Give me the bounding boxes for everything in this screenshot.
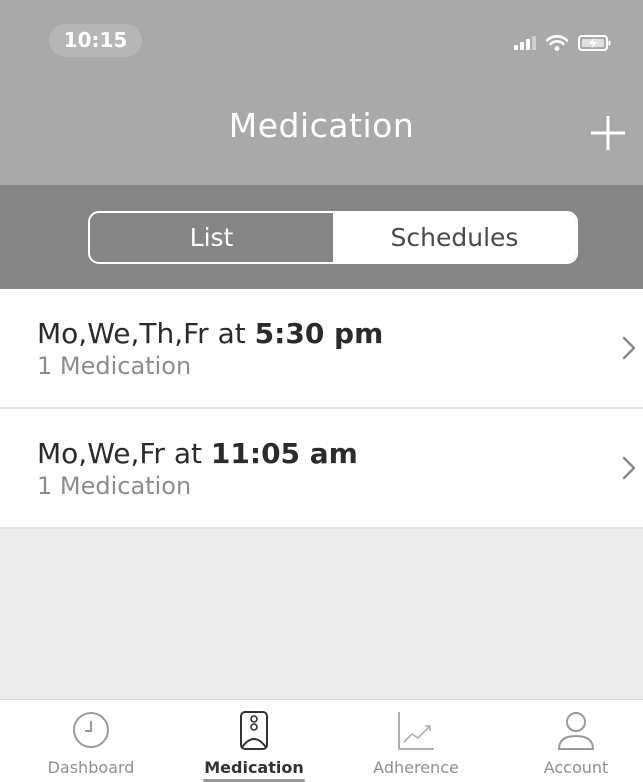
schedule-connector: at — [173, 437, 202, 470]
tab-label: Medication — [204, 758, 304, 777]
plus-icon — [591, 116, 625, 150]
page-title: Medication — [228, 106, 415, 145]
schedule-time: 5:30 pm — [254, 317, 384, 350]
tab-medication[interactable]: Medication — [174, 700, 334, 782]
segment-list[interactable]: List — [90, 213, 333, 262]
segment-schedules[interactable]: Schedules — [333, 213, 576, 262]
tab-account[interactable]: Account — [496, 700, 643, 782]
chevron-right-icon — [622, 456, 636, 480]
status-time: 10:15 — [49, 24, 142, 57]
schedule-title: Mo,We,Fr at 11:05 am — [37, 437, 358, 470]
tab-label: Dashboard — [47, 758, 135, 777]
chevron-right-icon — [622, 336, 636, 360]
add-schedule-button[interactable] — [588, 113, 628, 153]
schedule-days: Mo,We,Th,Fr — [37, 317, 209, 350]
pill-bottle-icon — [240, 711, 268, 750]
tab-adherence[interactable]: Adherence — [336, 700, 496, 782]
clock-icon — [73, 712, 109, 748]
empty-area — [0, 529, 643, 699]
chart-icon — [398, 712, 434, 750]
schedule-row[interactable]: Mo,We,Fr at 11:05 am 1 Medication — [0, 409, 643, 529]
tab-dashboard[interactable]: Dashboard — [11, 700, 171, 782]
tab-label: Adherence — [373, 758, 459, 777]
header: 10:15 Medication — [0, 0, 643, 185]
schedule-row[interactable]: Mo,We,Th,Fr at 5:30 pm 1 Medication — [0, 289, 643, 409]
status-icons — [514, 30, 612, 56]
signal-icon — [514, 36, 536, 50]
tab-label: Account — [543, 758, 609, 777]
user-icon — [557, 712, 595, 750]
tab-bar: Dashboard Medication Adherence Account — [0, 699, 643, 782]
schedule-medication-count: 1 Medication — [37, 352, 192, 380]
schedule-connector: at — [217, 317, 246, 350]
view-segmented-control: List Schedules — [88, 211, 578, 264]
schedule-days: Mo,We,Fr — [37, 437, 165, 470]
segment-bar: List Schedules — [0, 185, 643, 289]
schedule-title: Mo,We,Th,Fr at 5:30 pm — [37, 317, 383, 350]
wifi-icon — [545, 35, 569, 51]
medication-screen: 10:15 Medication List Schedules Mo,We,Th… — [0, 0, 643, 782]
schedule-list: Mo,We,Th,Fr at 5:30 pm 1 Medication Mo,W… — [0, 289, 643, 529]
battery-charging-icon — [578, 35, 611, 51]
schedule-time: 11:05 am — [210, 437, 358, 470]
schedule-medication-count: 1 Medication — [37, 472, 192, 500]
